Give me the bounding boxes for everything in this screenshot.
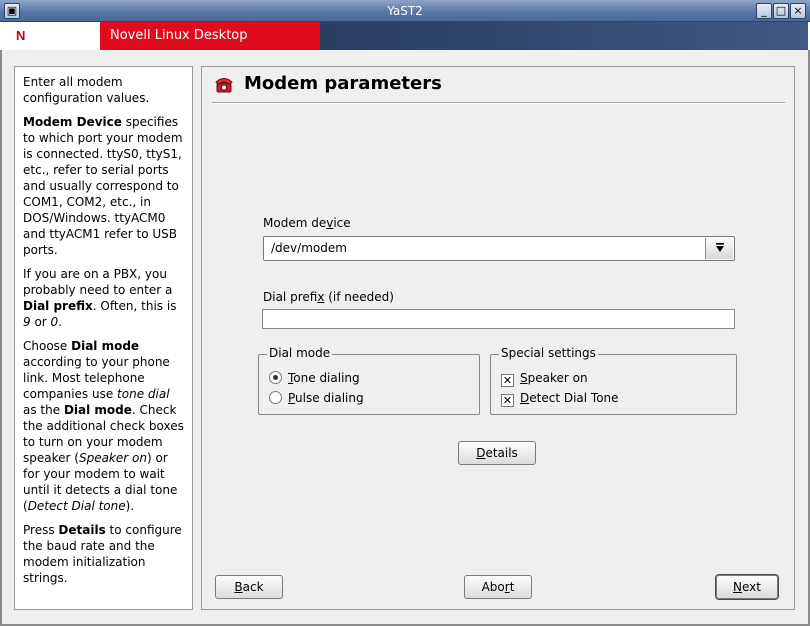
detect-dial-tone-checkbox[interactable]: ✕ Detect Dial Tone bbox=[501, 391, 619, 407]
button-label: ack bbox=[242, 580, 264, 594]
dial-prefix-input[interactable] bbox=[262, 309, 735, 329]
button-label: t bbox=[509, 580, 515, 594]
next-button[interactable]: Next bbox=[716, 575, 778, 599]
help-term: Details bbox=[58, 523, 106, 537]
button-label: Abo bbox=[481, 580, 505, 594]
product-name: Novell Linux Desktop bbox=[100, 22, 320, 50]
logo-area: N bbox=[2, 22, 100, 50]
heading-divider bbox=[212, 102, 785, 104]
help-emphasis: tone dial bbox=[117, 387, 170, 401]
button-mnemonic: N bbox=[733, 580, 742, 594]
button-label: ext bbox=[742, 580, 761, 594]
help-paragraph: Press Details to configure the baud rate… bbox=[23, 522, 184, 586]
option-label: etect Dial Tone bbox=[529, 391, 619, 405]
option-label: ulse dialing bbox=[295, 391, 364, 405]
help-text: . bbox=[58, 315, 63, 329]
speaker-on-checkbox[interactable]: ✕ Speaker on bbox=[501, 371, 588, 387]
help-text: . Often, this is bbox=[92, 299, 177, 313]
option-mnemonic: P bbox=[288, 391, 296, 405]
page-title: Modem parameters bbox=[244, 73, 442, 94]
help-text: Press bbox=[23, 523, 59, 537]
novell-logo: N bbox=[16, 28, 26, 43]
option-label: peaker on bbox=[527, 371, 588, 385]
dial-mode-group: Dial mode Tone dialing Pulse dialing bbox=[258, 346, 480, 415]
help-paragraph: Modem Device specifies to which port you… bbox=[23, 114, 184, 258]
close-button[interactable]: × bbox=[790, 3, 806, 19]
phone-icon bbox=[215, 78, 233, 93]
help-text: Choose bbox=[23, 339, 72, 353]
option-mnemonic: S bbox=[520, 371, 528, 385]
help-text: as the bbox=[23, 403, 64, 417]
main-panel: Modem parameters Modem device /dev/modem… bbox=[201, 66, 795, 610]
option-mnemonic: D bbox=[520, 391, 530, 405]
abort-button[interactable]: Abort bbox=[464, 575, 532, 599]
label-text: ice bbox=[333, 216, 351, 230]
window-titlebar: ▣ YaST2 _ □ × bbox=[0, 0, 810, 22]
button-label: etails bbox=[485, 446, 518, 460]
maximize-button[interactable]: □ bbox=[773, 3, 789, 19]
help-text: Enter all modem configuration values. bbox=[23, 75, 150, 105]
help-emphasis: 9 bbox=[23, 315, 31, 329]
back-button[interactable]: Back bbox=[215, 575, 283, 599]
help-emphasis: Speaker on bbox=[78, 451, 147, 465]
radio-unselected-icon[interactable] bbox=[269, 391, 282, 404]
help-text: specifies to which port your modem is co… bbox=[23, 115, 183, 257]
help-term: Modem Device bbox=[23, 115, 122, 129]
option-label: one dialing bbox=[293, 371, 360, 385]
arrow-down-icon bbox=[715, 243, 724, 252]
help-term: Dial prefix bbox=[23, 299, 93, 313]
help-text: or bbox=[30, 315, 51, 329]
help-emphasis: Detect Dial tone bbox=[27, 499, 126, 513]
modem-device-value[interactable]: /dev/modem bbox=[271, 241, 347, 255]
window-title: YaST2 bbox=[387, 4, 423, 18]
special-settings-group: Special settings ✕ Speaker on ✕ Detect Dia… bbox=[490, 346, 737, 415]
special-settings-title: Special settings bbox=[499, 346, 598, 360]
help-paragraph: Choose Dial mode according to your phone… bbox=[23, 338, 184, 514]
details-button[interactable]: Details bbox=[458, 441, 536, 465]
pulse-dialing-radio[interactable]: Pulse dialing bbox=[269, 391, 364, 405]
checkbox-checked-icon[interactable]: ✕ bbox=[501, 374, 514, 387]
help-term: Dial mode bbox=[71, 339, 140, 353]
radio-selected-icon[interactable] bbox=[269, 371, 282, 384]
help-paragraph: Enter all modem configuration values. bbox=[23, 74, 184, 106]
button-mnemonic: B bbox=[234, 580, 243, 594]
minimize-button[interactable]: _ bbox=[756, 3, 772, 19]
modem-device-label: Modem device bbox=[263, 216, 351, 230]
tone-dialing-radio[interactable]: Tone dialing bbox=[269, 371, 360, 385]
label-text: Modem de bbox=[263, 216, 327, 230]
help-text: ). bbox=[125, 499, 135, 513]
dropdown-button[interactable] bbox=[705, 238, 733, 259]
modem-device-combobox[interactable]: /dev/modem bbox=[263, 236, 735, 261]
help-term: Dial mode bbox=[63, 403, 132, 417]
checkbox-checked-icon[interactable]: ✕ bbox=[501, 394, 514, 407]
dial-prefix-label: Dial prefix (if needed) bbox=[263, 290, 394, 304]
dial-mode-title: Dial mode bbox=[267, 346, 333, 360]
product-banner: N Novell Linux Desktop bbox=[2, 22, 808, 50]
help-text: If you are on a PBX, you probably need t… bbox=[23, 267, 173, 297]
label-text: Dial prefi bbox=[263, 290, 318, 304]
label-text: (if needed) bbox=[324, 290, 394, 304]
help-paragraph: If you are on a PBX, you probably need t… bbox=[23, 266, 184, 330]
help-panel: Enter all modem configuration values. Mo… bbox=[14, 66, 193, 610]
